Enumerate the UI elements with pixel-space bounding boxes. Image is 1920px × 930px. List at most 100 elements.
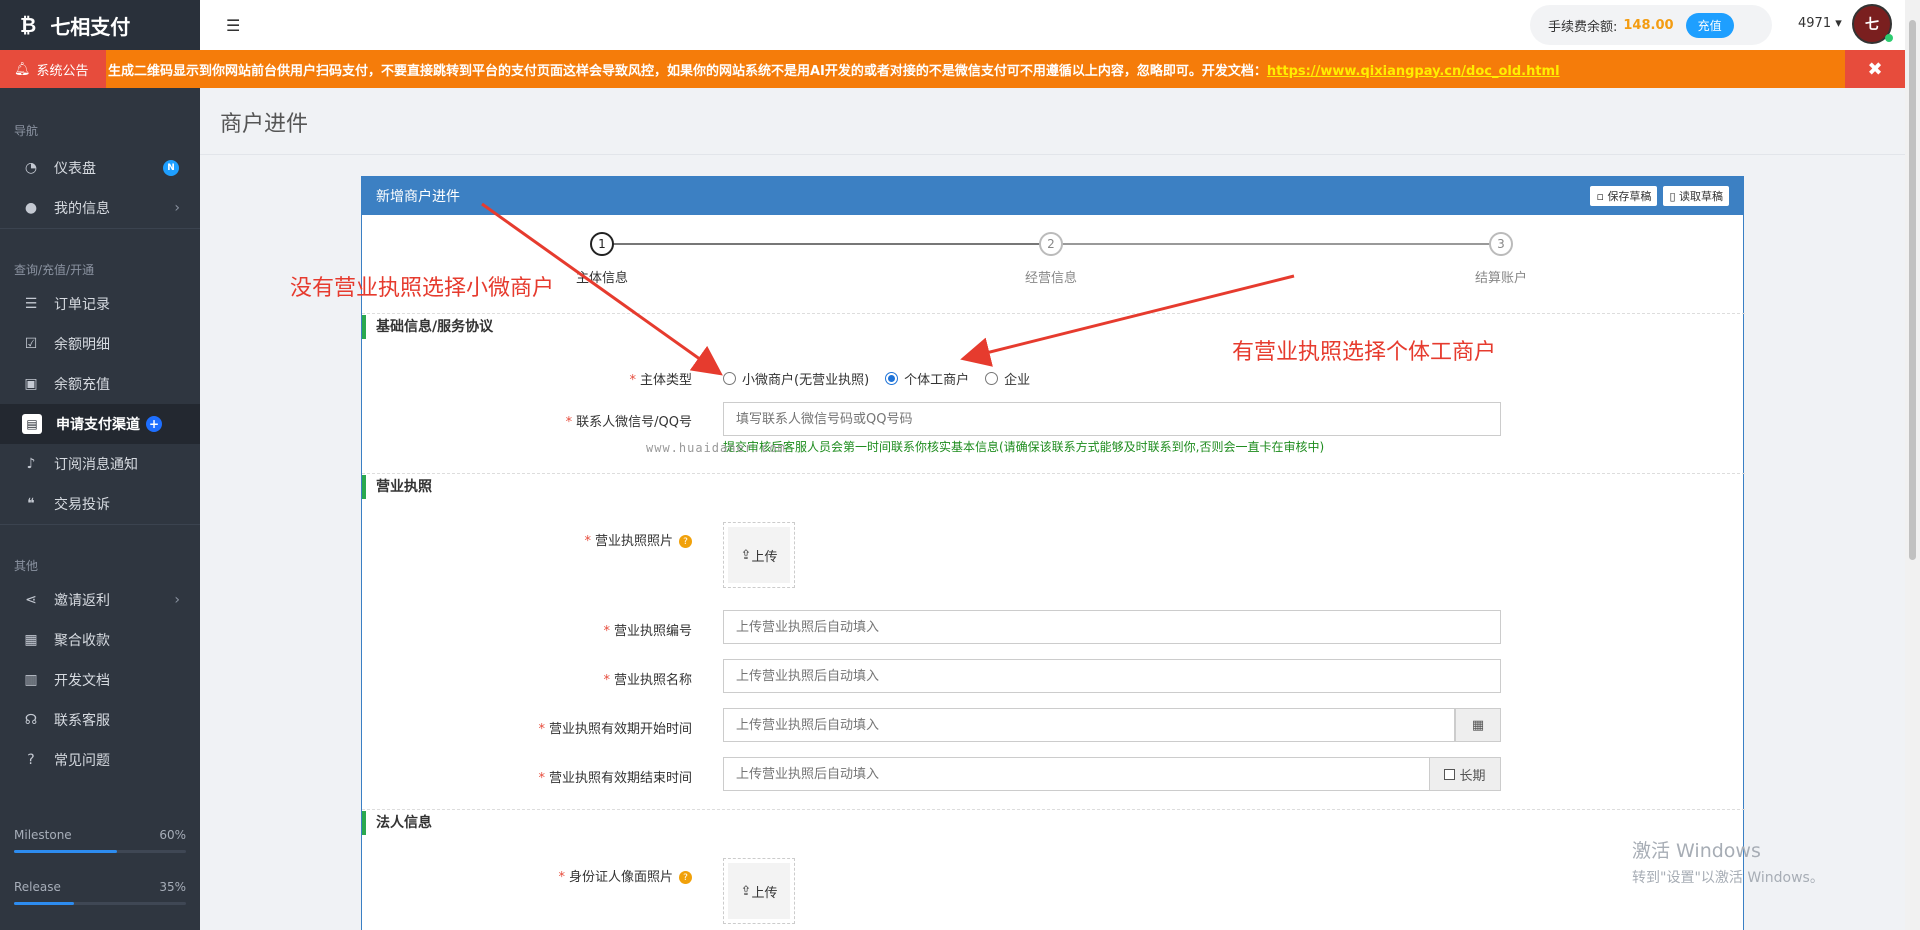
- radio-micro[interactable]: [723, 372, 736, 385]
- dashboard-icon: ◔: [24, 160, 38, 176]
- load-draft-button[interactable]: ▯ 读取草稿: [1663, 186, 1729, 206]
- file-icon: ▯: [1669, 190, 1679, 203]
- contact-label: * 联系人微信号/QQ号: [565, 415, 692, 430]
- windows-activation-watermark: 激活 Windows 转到"设置"以激活 Windows。: [1632, 840, 1824, 886]
- radio-enterprise[interactable]: [985, 372, 999, 385]
- save-draft-button[interactable]: ▫ 保存草稿: [1590, 186, 1658, 206]
- contact-hint: 提交审核后客服人员会第一时间联系你核实基本信息(请确保该联系方式能够及时联系到你…: [723, 440, 1325, 454]
- subject-type-label: * 主体类型: [629, 373, 692, 388]
- license-end-label: * 营业执照有效期结束时间: [538, 771, 692, 786]
- sidebar-item-subscribe[interactable]: ♪ 订阅消息通知: [0, 444, 200, 484]
- calendar-check-icon: ☑: [24, 336, 38, 352]
- headset-icon: ☊: [24, 712, 38, 728]
- save-icon: ▫: [1596, 190, 1608, 203]
- menu-toggle-icon[interactable]: ☰: [226, 16, 240, 35]
- recharge-button[interactable]: 充值: [1685, 12, 1734, 38]
- plus-badge: +: [146, 416, 162, 432]
- step-1-circle[interactable]: 1: [590, 232, 614, 256]
- id-front-upload-area: ⇪ 上传: [723, 858, 795, 924]
- step-3-label: 结算账户: [1474, 271, 1527, 286]
- sidebar: ₿ 七相支付 导航 ◔ 仪表盘 N ● 我的信息 › 查询/充值/开通 ☰ 订单…: [0, 0, 200, 930]
- sidebar-item-balance-detail[interactable]: ☑ 余额明细: [0, 324, 200, 364]
- long-term-checkbox[interactable]: 长期: [1429, 757, 1501, 791]
- section-basic-info: 基础信息/服务协议: [362, 315, 1745, 339]
- id-front-upload-button[interactable]: ⇪ 上传: [728, 863, 790, 919]
- sidebar-item-apply-channel[interactable]: ▤ 申请支付渠道 +: [0, 404, 200, 444]
- topbar: ☰ 手续费余额: 148.00 充值 4971 ▾ 七: [200, 0, 1920, 50]
- clipboard-icon: ▤: [22, 414, 42, 434]
- new-badge: N: [163, 160, 179, 176]
- panel-header: 新增商户进件 ▫ 保存草稿 ▯ 读取草稿: [362, 177, 1743, 215]
- sidebar-item-dashboard[interactable]: ◔ 仪表盘 N: [0, 148, 200, 188]
- question-icon: ?: [27, 752, 35, 768]
- release-progress: Release 35%: [14, 880, 186, 905]
- calendar-icon[interactable]: ▦: [1455, 708, 1501, 742]
- radio-individual[interactable]: [885, 372, 899, 385]
- step-2-label: 经营信息: [1024, 271, 1077, 286]
- sidebar-item-aggregate[interactable]: ▦ 聚合收款: [0, 620, 200, 660]
- divider: [362, 473, 1745, 474]
- comments-icon: ❝: [27, 496, 35, 512]
- bell-icon: ♪: [26, 456, 36, 472]
- license-upload-area: ⇪ 上传: [723, 522, 795, 588]
- divider: [362, 809, 1745, 810]
- divider: [200, 154, 1905, 155]
- nav-section-label: 其他: [0, 524, 200, 580]
- license-end-input[interactable]: [723, 757, 1430, 791]
- close-icon[interactable]: ✖: [1845, 50, 1905, 88]
- sidebar-item-my-info[interactable]: ● 我的信息 ›: [0, 188, 200, 228]
- sidebar-item-complaints[interactable]: ❝ 交易投诉: [0, 484, 200, 524]
- sidebar-item-recharge[interactable]: ▣ 余额充值: [0, 364, 200, 404]
- license-start-label: * 营业执照有效期开始时间: [538, 722, 692, 737]
- sidebar-item-invite[interactable]: ⋖ 邀请返利 ›: [0, 580, 200, 620]
- sidebar-item-orders[interactable]: ☰ 订单记录: [0, 284, 200, 324]
- license-start-input[interactable]: [723, 708, 1455, 742]
- site-watermark: www.huaidaner.com: [646, 441, 786, 455]
- step-1-label: 主体信息: [575, 271, 628, 286]
- step-connector: [604, 243, 1050, 245]
- stepper: 1 2 3 主体信息 经营信息 结算账户: [362, 215, 1745, 295]
- license-upload-button[interactable]: ⇪ 上传: [728, 527, 790, 583]
- user-menu[interactable]: 4971 ▾: [1798, 16, 1842, 31]
- fee-value: 148.00: [1623, 17, 1674, 33]
- nav-section-label: 查询/充值/开通: [0, 228, 200, 284]
- bitcoin-icon: ₿: [20, 12, 37, 37]
- upload-icon: ⇪: [740, 547, 752, 563]
- step-connector: [1052, 243, 1502, 245]
- license-name-input[interactable]: [723, 659, 1501, 693]
- section-legal: 法人信息: [362, 811, 1745, 835]
- bell-icon: 🔔︎: [14, 61, 31, 77]
- notice-label: 🔔︎ 系统公告: [0, 50, 106, 88]
- sidebar-item-faq[interactable]: ? 常见问题: [0, 740, 200, 780]
- chevron-right-icon: ›: [174, 592, 180, 608]
- brand-name: 七相支付: [50, 14, 131, 39]
- contact-input[interactable]: [723, 402, 1501, 436]
- milestone-progress-fill: [14, 850, 118, 853]
- license-name-label: * 营业执照名称: [603, 673, 692, 688]
- money-icon: ▣: [24, 376, 38, 392]
- book-icon: ▥: [24, 672, 38, 688]
- annotation-left: 没有营业执照选择小微商户: [290, 276, 555, 301]
- sidebar-item-support[interactable]: ☊ 联系客服: [0, 700, 200, 740]
- scrollbar[interactable]: [1905, 0, 1920, 930]
- step-3-circle[interactable]: 3: [1489, 232, 1513, 256]
- share-icon: ⋖: [25, 592, 37, 608]
- license-no-input[interactable]: [723, 610, 1501, 644]
- step-2-circle[interactable]: 2: [1039, 232, 1063, 256]
- fee-balance: 手续费余额: 148.00 充值: [1530, 5, 1772, 45]
- license-no-label: * 营业执照编号: [603, 624, 692, 639]
- id-front-label: * 身份证人像面照片?: [362, 866, 692, 885]
- brand[interactable]: ₿ 七相支付: [0, 0, 200, 50]
- doc-link[interactable]: https://www.qixiangpay.cn/doc_old.html: [1267, 64, 1560, 79]
- qrcode-icon: ▦: [24, 632, 38, 648]
- list-icon: ☰: [24, 296, 38, 312]
- help-icon: ?: [679, 871, 692, 884]
- notice-text: 生成二维码显示到你网站前台供用户扫码支付，不要直接跳转到平台的支付页面这样会导致…: [108, 63, 1560, 79]
- license-photo-label: * 营业执照照片?: [362, 530, 692, 549]
- sidebar-item-docs[interactable]: ▥ 开发文档: [0, 660, 200, 700]
- system-notice: 🔔︎ 系统公告 生成二维码显示到你网站前台供用户扫码支付，不要直接跳转到平台的支…: [0, 50, 1905, 88]
- scrollbar-thumb[interactable]: [1909, 20, 1916, 560]
- page-title: 商户进件: [220, 112, 309, 137]
- merchant-form-panel: 新增商户进件 ▫ 保存草稿 ▯ 读取草稿 1 2 3 主体信息 经营信息 结算账…: [361, 176, 1745, 930]
- nav-section-label: 导航: [14, 124, 39, 138]
